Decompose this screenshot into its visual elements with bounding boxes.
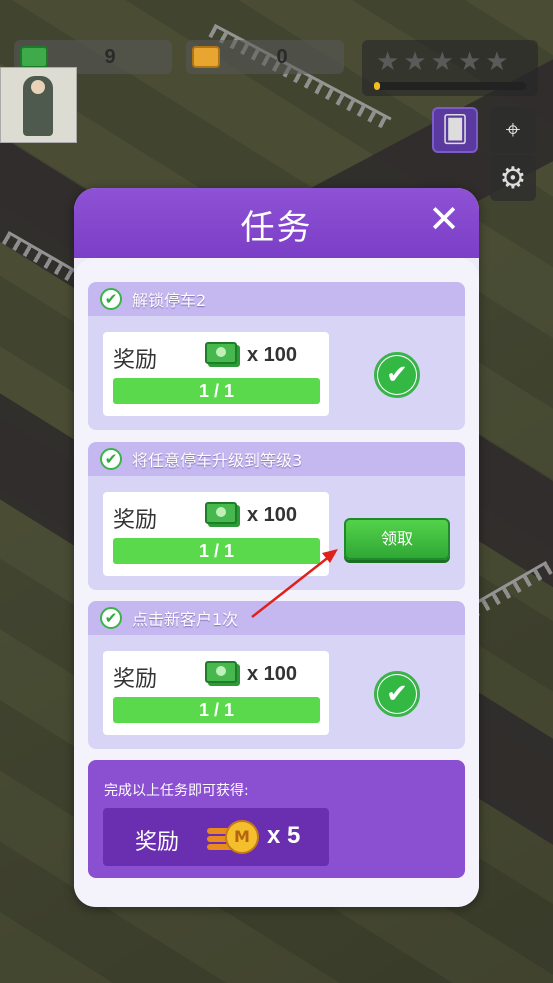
avatar[interactable] <box>0 67 77 143</box>
reward-label: 奖励 <box>113 348 158 373</box>
star-icon: ★ <box>376 47 400 77</box>
cash-value: 9 <box>104 45 116 68</box>
claim-button[interactable]: 领取 <box>344 518 450 560</box>
progress-text: 1 / 1 <box>198 381 235 401</box>
reward-amount: x 100 <box>247 344 298 366</box>
star-rating-panel: ★ ★ ★ ★ ★ <box>362 40 538 96</box>
star-progress-fill <box>374 82 381 90</box>
task-header: ✔ 解锁停车2 <box>88 282 465 316</box>
task-card: ✔ 解锁停车2 奖励 x 100 1 / 1 ✔ <box>88 282 465 430</box>
check-icon: ✔ <box>100 448 122 470</box>
reward-label: 奖励 <box>135 830 180 855</box>
progress-text: 1 / 1 <box>198 700 235 720</box>
progress-bar: 1 / 1 <box>113 697 320 723</box>
check-icon: ✔ <box>100 607 122 629</box>
reward-label: 奖励 <box>113 667 158 692</box>
cash-icon <box>205 342 237 364</box>
star-icon: ★ <box>430 47 454 77</box>
check-icon: ✔ <box>100 288 122 310</box>
cards-button[interactable]: 🂠 <box>432 107 478 153</box>
dialog-body: ✔ 解锁停车2 奖励 x 100 1 / 1 ✔ ✔ 将任意停车升级到等级3 奖… <box>74 258 479 907</box>
completion-reward-panel: 完成以上任务即可获得: 奖励 M x 5 <box>88 760 465 878</box>
coin-stack-icon: M <box>207 820 259 854</box>
reward-amount: x 100 <box>247 504 298 526</box>
completion-reward-card: 奖励 M x 5 <box>103 808 329 866</box>
task-name: 解锁停车2 <box>132 291 207 310</box>
completion-reward-label: 完成以上任务即可获得: <box>104 783 249 799</box>
reward-amount: x 100 <box>247 663 298 685</box>
progress-bar: 1 / 1 <box>113 378 320 404</box>
task-header: ✔ 点击新客户1次 <box>88 601 465 635</box>
cards-icon: 🂠 <box>441 115 469 145</box>
task-card: ✔ 点击新客户1次 奖励 x 100 1 / 1 ✔ <box>88 601 465 749</box>
dialog-title: 任务 <box>240 208 313 248</box>
avatar-face <box>31 80 45 94</box>
reward-card: 奖励 x 100 1 / 1 <box>103 332 329 416</box>
close-button[interactable]: ✕ <box>427 200 461 238</box>
reward-card: 奖励 x 100 1 / 1 <box>103 492 329 576</box>
reward-card: 奖励 x 100 1 / 1 <box>103 651 329 735</box>
ticket-icon <box>192 46 220 68</box>
task-card: ✔ 将任意停车升级到等级3 奖励 x 100 1 / 1 领取 <box>88 442 465 590</box>
ticket-counter: 0 <box>186 40 344 74</box>
check-icon: ✔ <box>378 675 416 713</box>
settings-button[interactable]: ⚙ <box>490 155 536 201</box>
task-name: 将任意停车升级到等级3 <box>132 451 303 470</box>
cash-icon <box>205 502 237 524</box>
task-name: 点击新客户1次 <box>132 610 239 629</box>
check-icon: ✔ <box>378 356 416 394</box>
gear-icon: ⚙ <box>499 160 527 196</box>
progress-text: 1 / 1 <box>198 541 235 561</box>
task-header: ✔ 将任意停车升级到等级3 <box>88 442 465 476</box>
completed-check-icon: ✔ <box>374 671 420 717</box>
ticket-value: 0 <box>276 45 288 68</box>
map-button[interactable]: ⌖ <box>490 107 536 153</box>
map-pin-icon: ⌖ <box>505 114 521 145</box>
star-icon: ★ <box>457 47 482 77</box>
dialog-header: 任务 ✕ <box>74 188 479 258</box>
reward-label: 奖励 <box>113 508 158 533</box>
coin-icon: M <box>225 820 259 854</box>
star-rating: ★ ★ ★ ★ ★ <box>376 48 509 76</box>
star-icon: ★ <box>403 47 427 77</box>
cash-icon <box>205 661 237 683</box>
completed-check-icon: ✔ <box>374 352 420 398</box>
cash-icon <box>20 46 48 68</box>
star-progress-bar <box>374 82 526 90</box>
tasks-dialog: 任务 ✕ ✔ 解锁停车2 奖励 x 100 1 / 1 ✔ ✔ 将任意停车升级到… <box>74 188 479 907</box>
star-icon: ★ <box>485 47 509 77</box>
progress-bar: 1 / 1 <box>113 538 320 564</box>
reward-amount: x 5 <box>267 822 301 849</box>
